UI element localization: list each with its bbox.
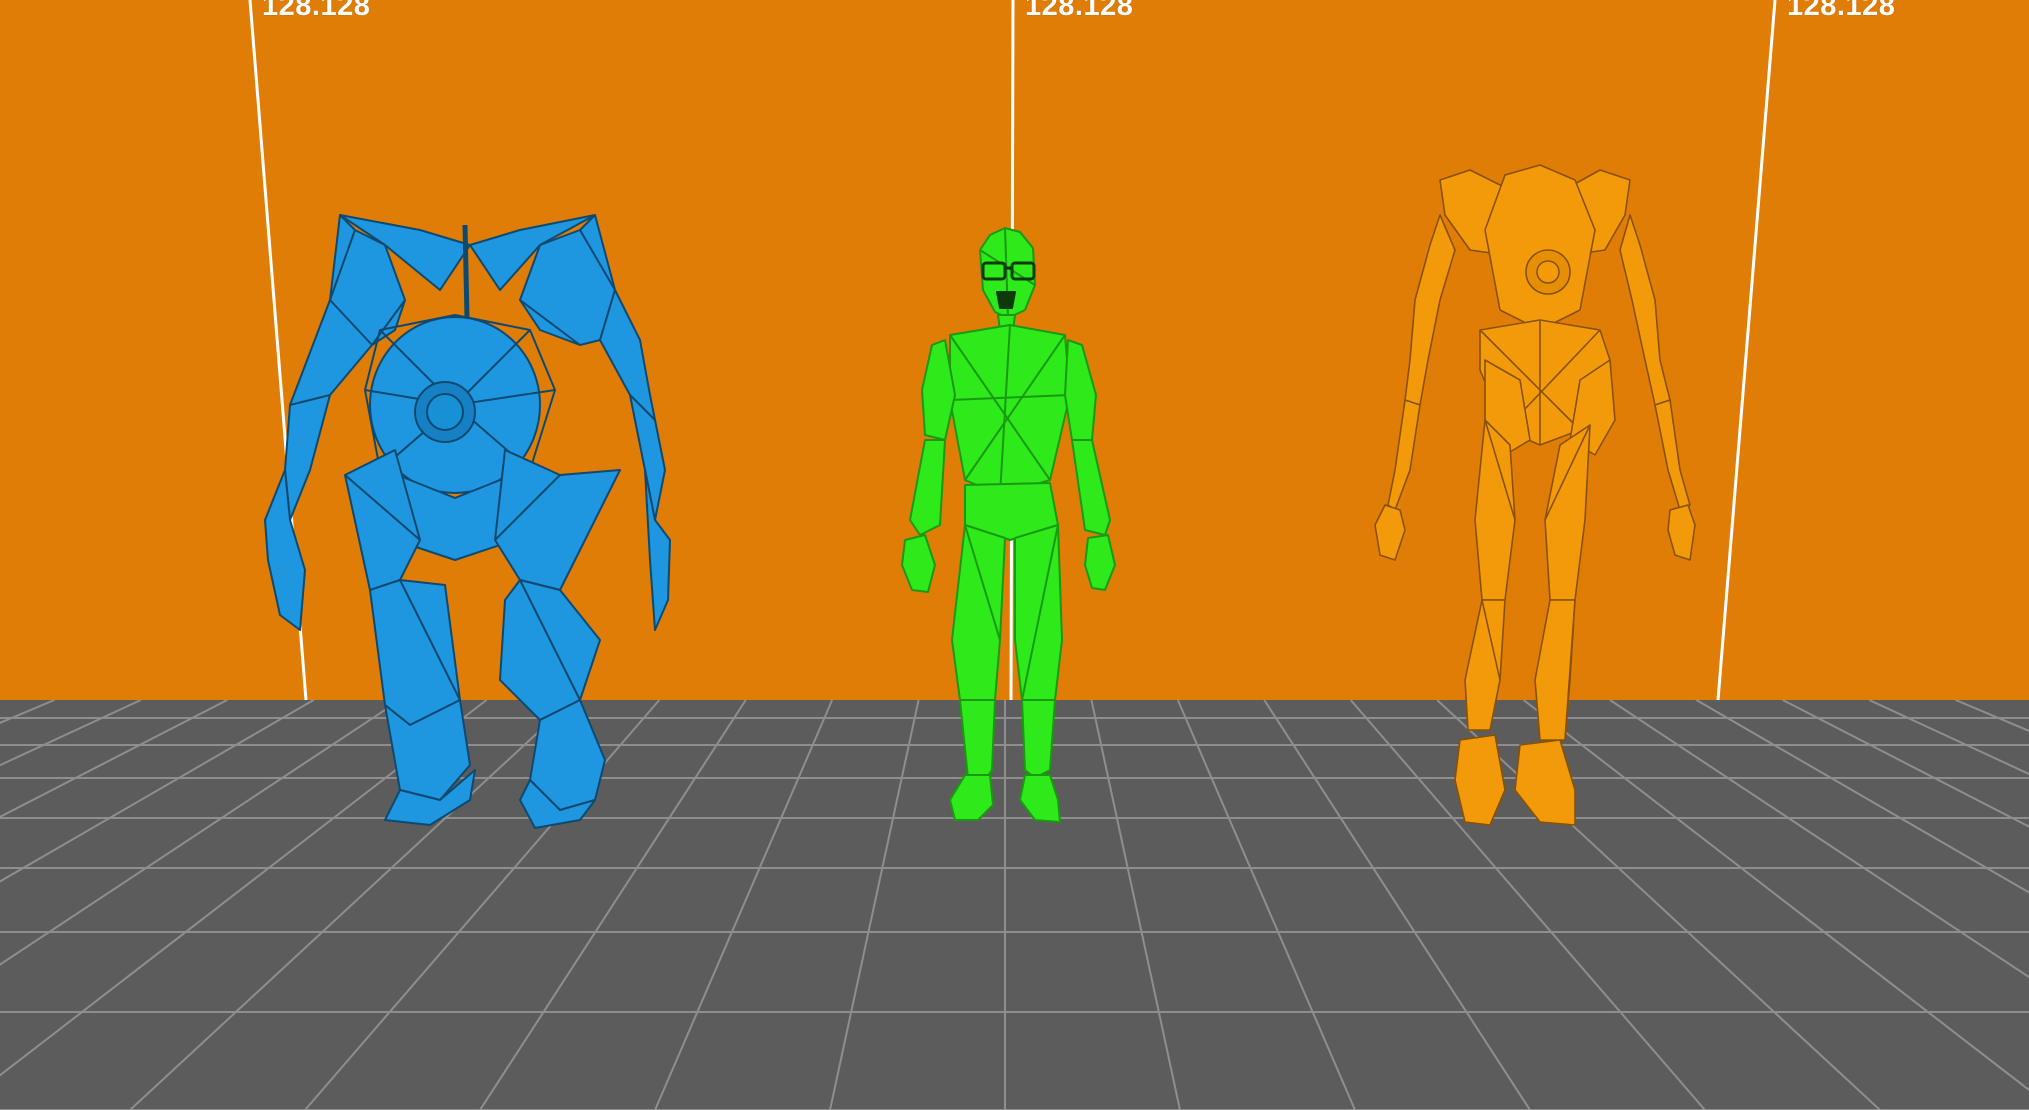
floor-grid	[0, 699, 2029, 1110]
scene-canvas[interactable]	[0, 0, 2029, 1110]
height-label-left: 128.128	[262, 0, 371, 22]
height-label-center: 128.128	[1025, 0, 1134, 22]
3d-viewport[interactable]: 128.128 128.128 128.128	[0, 0, 2029, 1110]
height-label-right: 128.128	[1787, 0, 1896, 22]
